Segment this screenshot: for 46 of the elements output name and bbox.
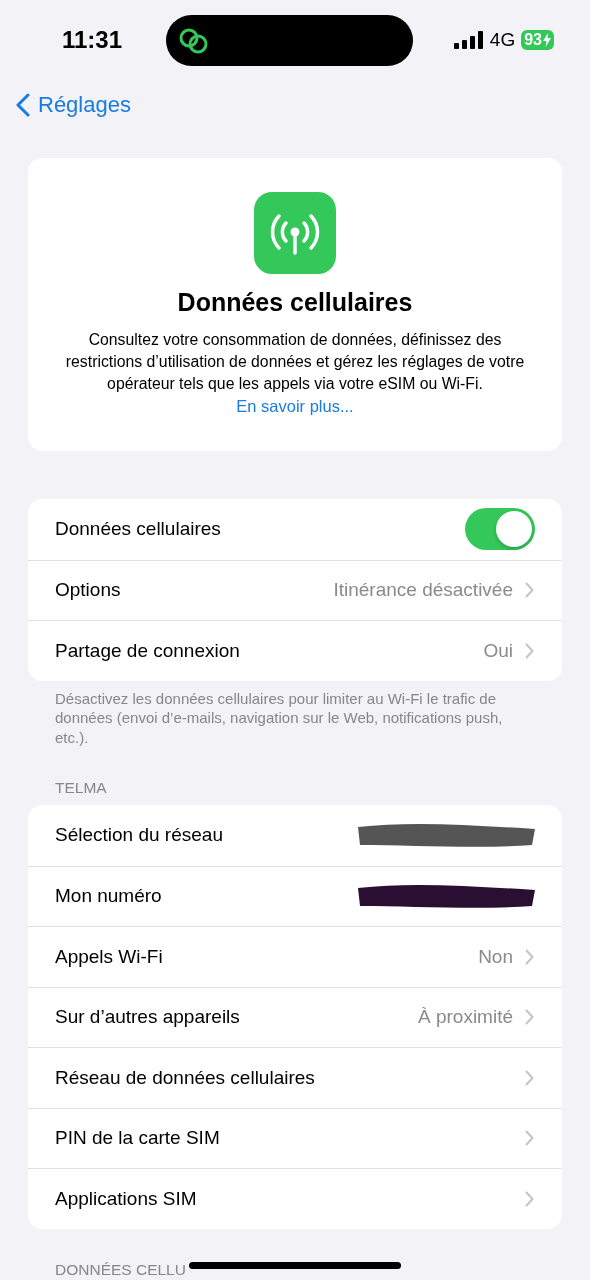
- chevron-icon: [525, 642, 534, 659]
- row-label: Mon numéro: [55, 885, 162, 908]
- card-title: Données cellulaires: [177, 288, 413, 317]
- chevron-icon: [525, 1069, 534, 1086]
- settings-row[interactable]: Mon numéro: [28, 865, 562, 926]
- row-label: Applications SIM: [55, 1187, 197, 1210]
- chevron-icon: [525, 1130, 534, 1147]
- row-label: Sélection du réseau: [55, 824, 223, 847]
- settings-row[interactable]: Réseau de données cellulaires: [28, 1047, 562, 1108]
- settings-row[interactable]: Sélection du réseau: [28, 805, 562, 866]
- chevron-icon: [525, 948, 534, 965]
- settings-row[interactable]: Applications SIM: [28, 1168, 562, 1229]
- settings-row[interactable]: Données cellulaires: [28, 499, 562, 560]
- learn-more-link[interactable]: En savoir plus...: [236, 395, 354, 417]
- row-value: Oui: [483, 639, 513, 662]
- row-value: À proximité: [417, 1006, 513, 1029]
- row-value: Non: [478, 945, 513, 968]
- settings-row[interactable]: Partage de connexion Oui: [28, 620, 562, 681]
- toggle-switch[interactable]: [465, 508, 535, 551]
- chevron-icon: [525, 1009, 534, 1026]
- settings-row[interactable]: PIN de la carte SIM: [28, 1107, 562, 1168]
- section-footer: Désactivez les données cellulaires pour limiter au Wi-Fi le trafic de données (envoi d’e-mails, navigation sur le Web, notifications push, etc.).: [55, 688, 520, 747]
- card-description: Consultez votre consommation de données, définissez des restrictions d’utilisation de données et gérez les réglages de votre opérateur tels que les appels via votre eSIM ou Wi-Fi.: [64, 330, 526, 394]
- signal-icon: [453, 31, 484, 49]
- row-value: Itinérance désactivée: [333, 579, 513, 602]
- row-label: Options: [55, 579, 121, 602]
- row-label: Réseau de données cellulaires: [55, 1066, 315, 1089]
- network-label: 4G: [489, 29, 516, 51]
- row-label: PIN de la carte SIM: [55, 1127, 220, 1150]
- settings-row[interactable]: Appels Wi-Fi Non: [28, 926, 562, 987]
- chevron-icon: [525, 1190, 534, 1207]
- back-link[interactable]: Réglages: [16, 92, 131, 118]
- settings-row[interactable]: Sur d’autres appareils À proximité: [28, 986, 562, 1047]
- settings-row[interactable]: Options Itinérance désactivée: [28, 559, 562, 620]
- section-header: TELMA: [55, 779, 107, 797]
- row-label: Données cellulaires: [55, 518, 221, 541]
- chevron-icon: [525, 582, 534, 599]
- link-icon: [178, 26, 210, 55]
- status-time: 11:31: [62, 26, 124, 54]
- antenna-icon: [254, 192, 336, 274]
- battery-indicator: 93: [521, 30, 554, 50]
- row-label: Sur d’autres appareils: [55, 1006, 240, 1029]
- row-label: Appels Wi-Fi: [55, 945, 163, 968]
- back-chevron-icon: [16, 93, 30, 117]
- row-label: Partage de connexion: [55, 639, 240, 662]
- section-header: DONNÉES CELLU: [55, 1260, 186, 1279]
